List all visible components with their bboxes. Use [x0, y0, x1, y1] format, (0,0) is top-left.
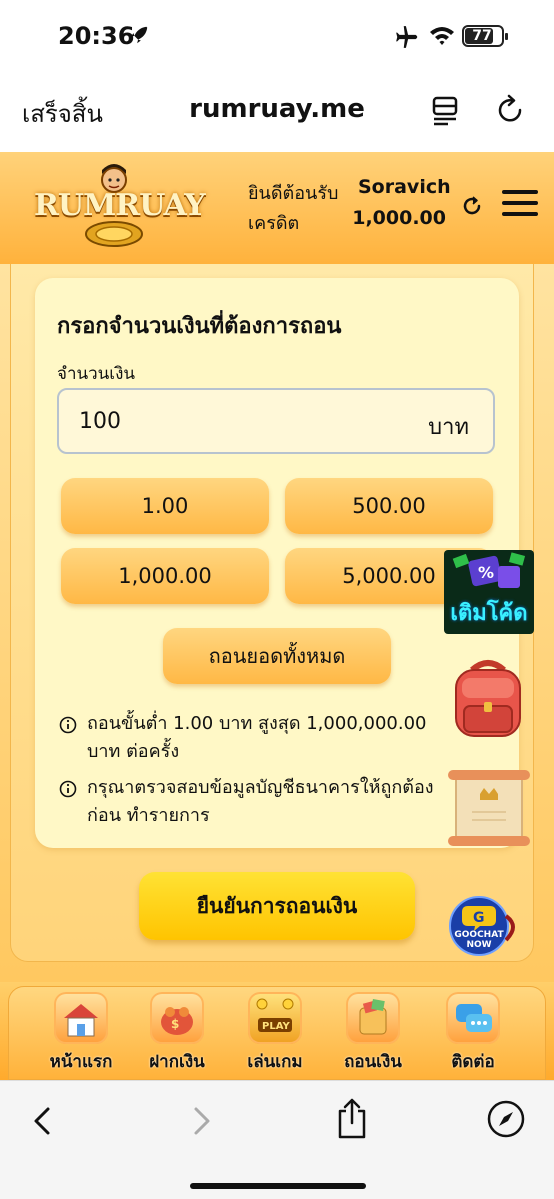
info-note: ถอนขั้นต่ำ 1.00 บาท สูงสุด 1,000,000.00 …: [59, 710, 459, 766]
amount-label: จำนวนเงิน: [57, 364, 136, 384]
home-icon: [54, 992, 108, 1044]
airplane-icon: [396, 26, 418, 48]
nav-label: หน้าแรก: [49, 1052, 113, 1072]
chat-widget[interactable]: G GOOCHAT NOW: [446, 896, 522, 956]
nav-label: ถอนเงิน: [344, 1052, 402, 1072]
note-text: กรุณาตรวจสอบข้อมูลบัญชีธนาคารให้ถูกต้องก…: [87, 777, 434, 826]
nav-item-play[interactable]: PLAY เล่นเกม: [230, 992, 320, 1076]
quick-amount-button[interactable]: 500.00: [285, 478, 493, 534]
svg-text:G: G: [473, 910, 485, 926]
credit-label: เครดิต: [248, 213, 300, 234]
play-icon: PLAY: [248, 992, 302, 1044]
site-header: RUMRUAY ยินดีต้อนรับ Soravich เครดิต 1,0…: [0, 152, 554, 264]
browser-toolbar: [0, 1080, 554, 1199]
welcome-label: ยินดีต้อนรับ: [248, 183, 339, 204]
amount-value: 100: [79, 409, 121, 434]
home-indicator: [190, 1183, 366, 1189]
hamburger-menu-icon[interactable]: [502, 190, 538, 220]
status-bar: 20:36 77: [0, 0, 554, 70]
nav-item-withdraw[interactable]: ถอนเงิน: [328, 992, 418, 1076]
chat-icon: [446, 992, 500, 1044]
status-time: 20:36: [58, 22, 135, 50]
url-text[interactable]: rumruay.me: [0, 94, 554, 124]
battery-percent: 77: [472, 28, 492, 44]
quick-amount-button[interactable]: 1,000.00: [61, 548, 269, 604]
info-note: กรุณาตรวจสอบข้อมูลบัญชีธนาคารให้ถูกต้องก…: [59, 774, 459, 830]
share-icon[interactable]: [334, 1097, 370, 1141]
info-icon: [59, 780, 77, 798]
refresh-credit-icon[interactable]: [460, 194, 484, 218]
svg-text:$: $: [171, 1017, 179, 1031]
nav-item-contact[interactable]: ติดต่อ: [428, 992, 518, 1076]
nav-label: เล่นเกม: [247, 1052, 303, 1072]
currency-unit: บาท: [428, 415, 469, 440]
scroll-icon[interactable]: [444, 766, 534, 850]
withdraw-icon: [346, 992, 400, 1044]
coin-icon: [85, 221, 143, 247]
withdraw-title: กรอกจำนวนเงินที่ต้องการถอน: [57, 314, 342, 339]
browser-address-bar: เสร็จสิ้น rumruay.me: [0, 70, 554, 152]
back-icon[interactable]: [28, 1103, 58, 1139]
forward-icon[interactable]: [186, 1103, 216, 1139]
site-logo[interactable]: RUMRUAY: [34, 162, 206, 252]
wifi-icon: [430, 27, 454, 45]
backpack-icon[interactable]: [448, 656, 528, 740]
quick-amount-button[interactable]: 1.00: [61, 478, 269, 534]
nav-item-home[interactable]: หน้าแรก: [36, 992, 126, 1076]
confirm-withdraw-button[interactable]: ยืนยันการถอนเงิน: [139, 872, 415, 940]
username: Soravich: [358, 176, 451, 198]
compass-icon[interactable]: [486, 1099, 526, 1139]
note-text: ถอนขั้นต่ำ 1.00 บาท สูงสุด 1,000,000.00 …: [87, 713, 427, 762]
reload-icon[interactable]: [494, 92, 526, 128]
rocket-icon: [130, 26, 148, 44]
credit-value: 1,000.00: [352, 207, 446, 229]
promo-code-widget[interactable]: % เติมโค้ด: [444, 550, 534, 634]
withdraw-all-button[interactable]: ถอนยอดทั้งหมด: [163, 628, 391, 684]
logo-text: RUMRUAY: [34, 188, 206, 223]
chat-label: GOOCHAT NOW: [454, 930, 504, 950]
nav-label: ติดต่อ: [451, 1052, 495, 1072]
gift-icon: %: [452, 552, 526, 588]
info-icon: [59, 716, 77, 734]
battery-indicator: 77: [462, 25, 508, 47]
svg-text:%: %: [478, 563, 494, 582]
svg-text:PLAY: PLAY: [262, 1021, 290, 1032]
promo-text: เติมโค้ด: [450, 601, 528, 626]
page-menu-icon[interactable]: [430, 92, 462, 128]
nav-label: ฝากเงิน: [149, 1052, 205, 1072]
bottom-navigation: หน้าแรก $ ฝากเงิน PLAY เล่นเกม ถอนเงิน ต…: [0, 982, 554, 1080]
deposit-icon: $: [150, 992, 204, 1044]
amount-input[interactable]: 100 บาท: [57, 388, 495, 454]
nav-item-deposit[interactable]: $ ฝากเงิน: [132, 992, 222, 1076]
